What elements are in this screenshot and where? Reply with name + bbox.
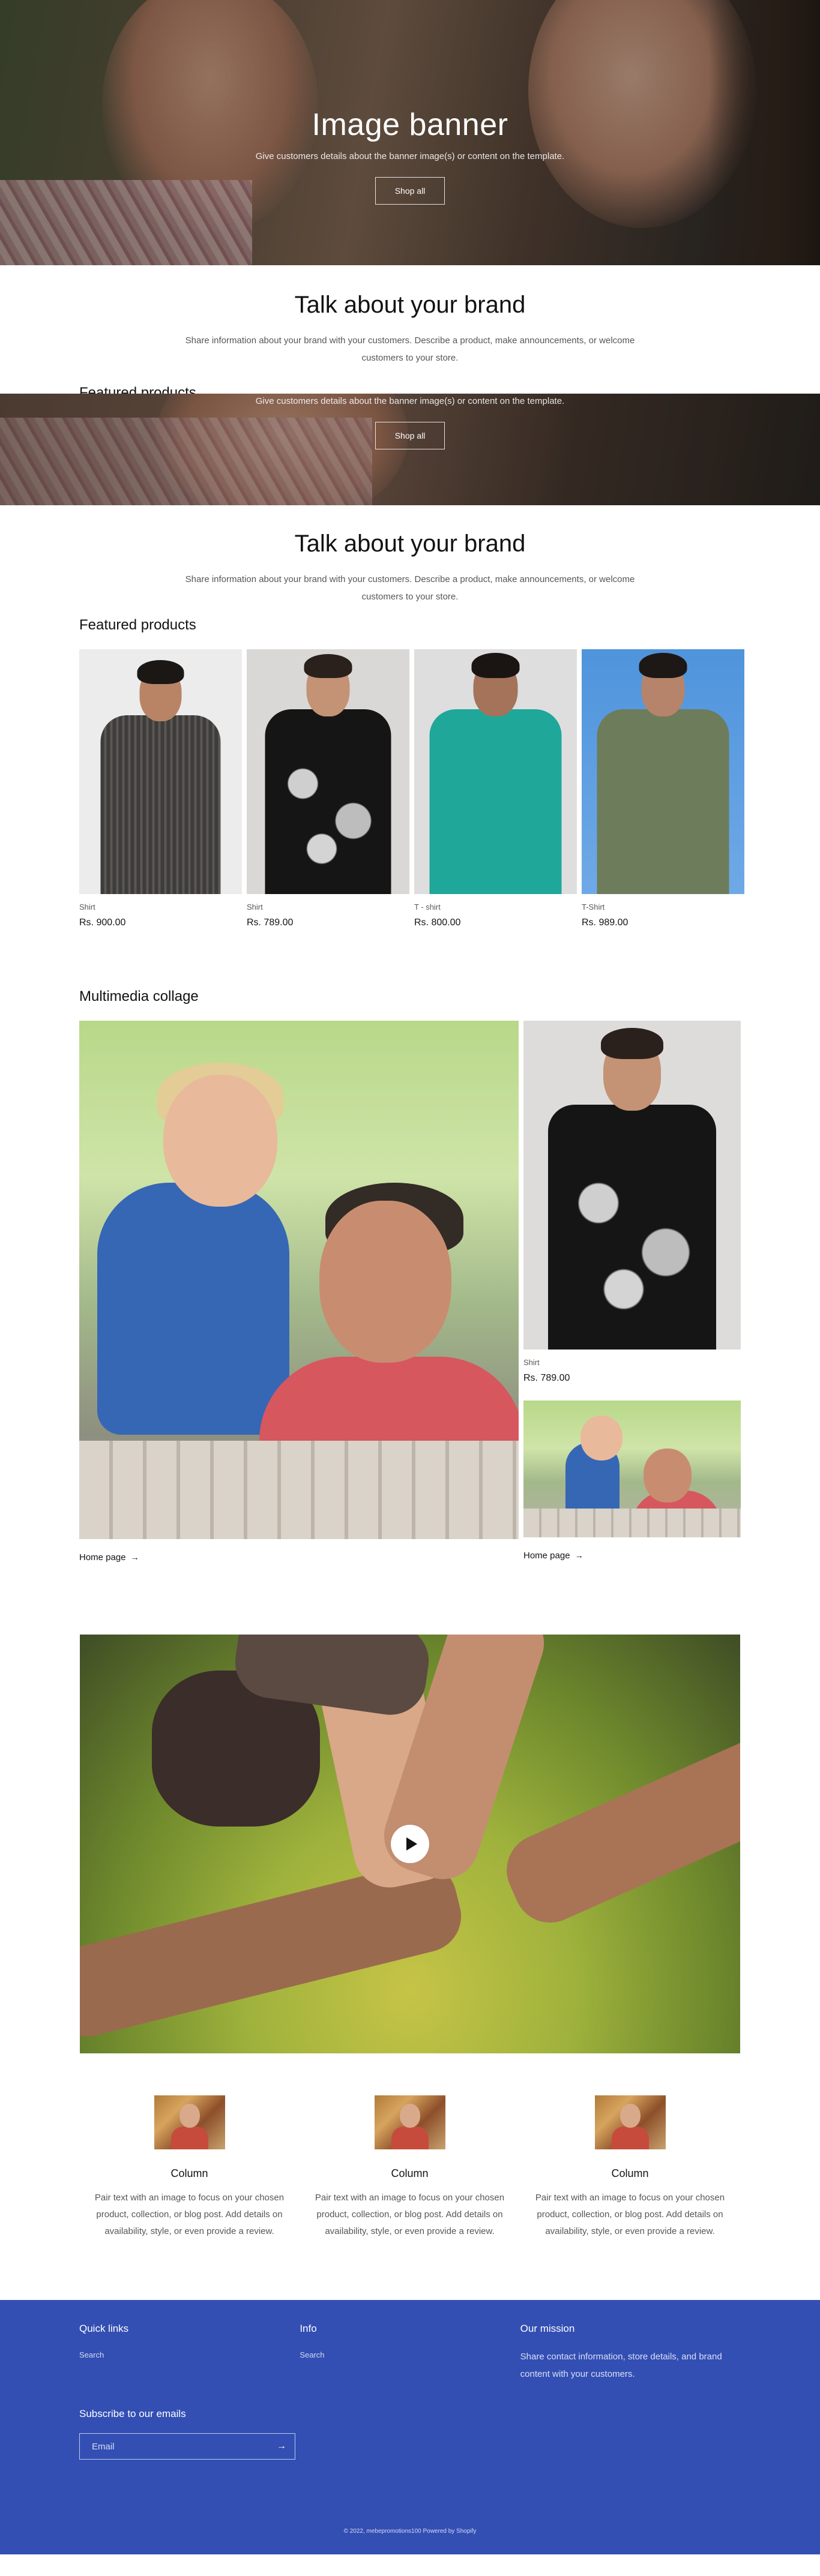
photo-boy-head (163, 1075, 277, 1207)
collage-main-image[interactable] (79, 1021, 519, 1539)
brand-text: Share information about your brand with … (185, 335, 635, 363)
multicolumn-section: Column Pair text with an image to focus … (0, 2053, 820, 2240)
newsletter: Subscribe to our emails → (0, 2383, 820, 2460)
copyright-text: © 2022, mebepromotions100 Powered by Sho… (343, 2528, 477, 2535)
collage-product-card[interactable]: Shirt Rs. 789.00 (523, 1021, 741, 1384)
photo-bench (523, 1509, 741, 1537)
collage-side-column: Shirt Rs. 789.00 Home page → (523, 1021, 741, 1563)
shop-all-button-repeat[interactable]: Shop all (375, 422, 445, 449)
banner-repeat-content: Give customers details about the banner … (0, 394, 820, 449)
footer-search-link[interactable]: Search (79, 2350, 300, 2359)
collage-side-image[interactable] (523, 1401, 741, 1537)
column-text: Pair text with an image to focus on your… (315, 2193, 505, 2236)
product-name[interactable]: Shirt (79, 902, 242, 911)
brand-section-repeat: Talk about your brand Share information … (0, 505, 820, 617)
column-title: Column (391, 2167, 429, 2179)
product-card[interactable]: Shirt Rs. 900.00 (79, 649, 242, 928)
email-field[interactable] (80, 2434, 295, 2459)
product-name[interactable]: Shirt (247, 902, 409, 911)
column-item: Column Pair text with an image to focus … (300, 2095, 520, 2240)
banner-title: Image banner (312, 107, 508, 142)
column-text: Pair text with an image to focus on your… (535, 2193, 725, 2236)
product-price: Rs. 800.00 (414, 917, 461, 928)
product-name[interactable]: T-Shirt (582, 902, 744, 911)
product-card[interactable]: T - shirt Rs. 800.00 (414, 649, 577, 928)
banner-repeat-subtitle: Give customers details about the banner … (255, 396, 565, 406)
brand-title: Talk about your brand (294, 292, 526, 318)
product-price: Rs. 989.00 (582, 917, 629, 928)
collage-grid: Home page → Shirt Rs. 789.00 Home page → (0, 1005, 820, 1563)
column-image (594, 2095, 666, 2149)
collage-main-item[interactable]: Home page → (79, 1021, 519, 1563)
model-figure (79, 649, 242, 894)
featured-products: Featured products Shirt Rs. 900.00 Shirt… (0, 617, 820, 928)
product-grid: Shirt Rs. 900.00 Shirt Rs. 789.00 T - sh… (0, 634, 820, 928)
home-page-link-side[interactable]: Home page → (523, 1551, 741, 1561)
site-footer: Quick links Search Info Search Our missi… (0, 2300, 820, 2554)
product-card[interactable]: T-Shirt Rs. 989.00 (582, 649, 744, 928)
footer-columns: Quick links Search Info Search Our missi… (0, 2300, 820, 2383)
photo-boy-shirt (97, 1183, 289, 1435)
home-page-link-side-label[interactable]: Home page (523, 1551, 570, 1561)
product-image-black-floral-shirt[interactable] (247, 649, 409, 894)
email-field-wrapper: → (79, 2433, 295, 2460)
banner-subtitle: Give customers details about the banner … (255, 151, 565, 161)
footer-quick-links: Quick links Search (79, 2323, 300, 2383)
photo-boy-head (580, 1416, 623, 1461)
column-title: Column (170, 2167, 208, 2179)
collage-product-image[interactable] (523, 1021, 741, 1350)
play-button[interactable] (391, 1825, 429, 1863)
home-page-link-label[interactable]: Home page (79, 1552, 126, 1563)
photo-man-head (319, 1201, 451, 1363)
brand-section: Talk about your brand Share information … (0, 265, 820, 401)
column-text: Pair text with an image to focus on your… (94, 2193, 285, 2236)
product-image-olive-polo[interactable] (582, 649, 744, 894)
model-figure (247, 649, 409, 894)
collage-product-price: Rs. 789.00 (523, 1373, 570, 1383)
play-icon (406, 1837, 417, 1851)
footer-info: Info Search (300, 2323, 520, 2383)
photo-man-head (644, 1449, 692, 1503)
footer-mission-title: Our mission (520, 2323, 575, 2334)
column-item: Column Pair text with an image to focus … (79, 2095, 300, 2240)
photo-bench (79, 1441, 519, 1539)
arrow-right-icon: → (130, 1552, 139, 1562)
column-item: Column Pair text with an image to focus … (520, 2095, 740, 2240)
featured-title: Featured products (79, 617, 196, 633)
video-section[interactable] (80, 1635, 740, 2053)
banner-content: Image banner Give customers details abou… (0, 107, 820, 205)
image-banner: Image banner Give customers details abou… (0, 0, 820, 265)
column-image (154, 2095, 225, 2149)
footer-info-search-link[interactable]: Search (300, 2350, 520, 2359)
collage-product-name[interactable]: Shirt (523, 1358, 741, 1367)
home-page-link[interactable]: Home page → (79, 1552, 519, 1563)
footer-quick-links-title: Quick links (79, 2323, 129, 2334)
arrow-right-icon[interactable]: → (277, 2441, 286, 2452)
product-price: Rs. 900.00 (79, 917, 126, 928)
newsletter-title: Subscribe to our emails (79, 2408, 186, 2419)
product-image-teal-polo[interactable] (414, 649, 577, 894)
column-image (374, 2095, 445, 2149)
brand-title-repeat: Talk about your brand (294, 530, 526, 557)
product-image-grey-shirt[interactable] (79, 649, 242, 894)
video-arm (495, 1725, 740, 1935)
model-figure (523, 1021, 741, 1350)
product-price: Rs. 789.00 (247, 917, 294, 928)
column-title: Column (611, 2167, 649, 2179)
footer-info-title: Info (300, 2323, 317, 2334)
brand-text-repeat: Share information about your brand with … (185, 574, 635, 602)
arrow-right-icon: → (574, 1551, 583, 1560)
shop-all-button[interactable]: Shop all (375, 177, 445, 205)
image-banner-repeat: Give customers details about the banner … (0, 394, 820, 505)
footer-mission: Our mission Share contact information, s… (520, 2323, 741, 2383)
product-name[interactable]: T - shirt (414, 902, 577, 911)
multimedia-collage: Multimedia collage Home page → Shirt Rs.… (0, 928, 820, 1563)
collage-title: Multimedia collage (79, 988, 199, 1004)
product-card[interactable]: Shirt Rs. 789.00 (247, 649, 409, 928)
footer-mission-text: Share contact information, store details… (520, 2352, 722, 2379)
model-figure (414, 649, 577, 894)
model-figure (582, 649, 744, 894)
